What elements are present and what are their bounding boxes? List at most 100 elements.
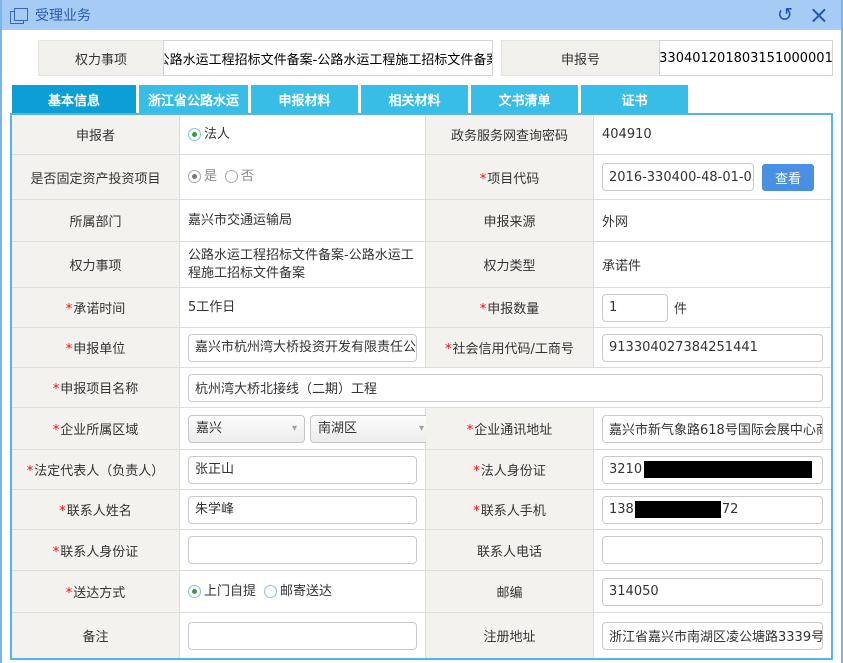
project-name-input[interactable]: 杭州湾大桥北接线（二期）工程 (188, 374, 823, 402)
comm-address-input[interactable]: 嘉兴市新气象路618号国际会展中心商务楼 (602, 415, 823, 443)
district-select[interactable]: 南湖区 ▾ (310, 415, 432, 443)
contact-id-input[interactable] (188, 536, 417, 564)
header-strip: 权力事项 公路水运工程招标文件备案-公路水运工程施工招标文件备案 申报号 330… (38, 40, 833, 76)
remark-input[interactable] (188, 622, 417, 650)
refresh-icon[interactable]: ↺ (777, 6, 793, 25)
contact-id-cell (180, 530, 426, 570)
source-label: 申报来源 (426, 200, 594, 241)
accept-business-window: 受理业务 ↺ × 权力事项 公路水运工程招标文件备案-公路水运工程施工招标文件备… (0, 0, 843, 663)
quantity-label: *申报数量 (426, 288, 594, 327)
declarant-radio-group: 法人 (188, 126, 230, 144)
contact-mobile-input[interactable]: 138 72 (602, 496, 823, 524)
contact-phone-cell (594, 530, 831, 570)
form-row: *申报项目名称 杭州湾大桥北接线（二期）工程 (12, 368, 831, 408)
department-value: 嘉兴市交通运输局 (180, 200, 426, 241)
pickup-radio[interactable] (188, 585, 201, 598)
promise-time-value: 5工作日 (180, 288, 426, 327)
quantity-input[interactable]: 1 (602, 294, 668, 322)
form-row: *企业所属区域 嘉兴 ▾ 南湖区 ▾ *企业通讯地址 嘉兴市新气象路 (12, 408, 831, 450)
query-password-label: 政务服务网查询密码 (426, 115, 594, 154)
power-type-value: 承诺件 (594, 242, 831, 287)
region-cell: 嘉兴 ▾ 南湖区 ▾ (180, 408, 426, 449)
contact-name-input[interactable]: 朱学峰 (188, 496, 417, 524)
declarant-value-cell: 法人 (180, 115, 426, 154)
contact-mobile-suffix: 72 (722, 502, 739, 517)
form-row: 权力事项 公路水运工程招标文件备案-公路水运工程施工招标文件备案 权力类型 承诺… (12, 242, 831, 288)
project-name-label: *申报项目名称 (12, 368, 180, 407)
tab-related-materials[interactable]: 相关材料 (361, 85, 468, 113)
comm-address-cell: 嘉兴市新气象路618号国际会展中心商务楼 (594, 408, 831, 449)
tab-basic-info[interactable]: 基本信息 (12, 85, 136, 113)
contact-phone-input[interactable] (602, 536, 823, 564)
district-select-value: 南湖区 (318, 420, 357, 438)
project-code-input[interactable]: 2016-330400-48-01-03449 (602, 163, 754, 191)
delivery-mail-group: 邮寄送达 (264, 583, 332, 601)
contact-name-cell: 朱学峰 (180, 490, 426, 529)
project-code-cell: 2016-330400-48-01-03449 查看 (594, 155, 831, 199)
fixed-asset-no-group: 否 (225, 168, 254, 186)
declarant-label: 申报者 (12, 115, 180, 154)
view-button[interactable]: 查看 (762, 164, 814, 191)
postcode-label: 邮编 (426, 571, 594, 612)
tab-zhejiang-highway-waterway[interactable]: 浙江省公路水运 (139, 85, 248, 113)
tab-document-list[interactable]: 文书清单 (471, 85, 578, 113)
legal-id-input[interactable]: 3210 (602, 456, 823, 484)
comm-address-label: *企业通讯地址 (426, 408, 594, 449)
quantity-unit: 件 (674, 298, 687, 317)
legal-person-input[interactable]: 张正山 (188, 456, 417, 484)
fixed-asset-yes-radio (188, 170, 201, 183)
remark-cell (180, 613, 426, 658)
fixed-asset-yes-label: 是 (204, 168, 217, 186)
window-title: 受理业务 (35, 5, 91, 25)
power-type-label: 权力类型 (426, 242, 594, 287)
tab-bar: 基本信息 浙江省公路水运 申报材料 相关材料 文书清单 证书 (12, 85, 833, 113)
contact-phone-label: 联系人电话 (426, 530, 594, 570)
power-item-header-value: 公路水运工程招标文件备案-公路水运工程施工招标文件备案 (163, 40, 493, 76)
fixed-asset-no-label: 否 (241, 168, 254, 186)
power-item-value: 公路水运工程招标文件备案-公路水运工程施工招标文件备案 (180, 242, 426, 287)
credit-code-input[interactable]: 913304027384251441 (602, 334, 823, 362)
reg-address-label: 注册地址 (426, 613, 594, 658)
form-row: 所属部门 嘉兴市交通运输局 申报来源 外网 (12, 200, 831, 242)
power-item-label: 权力事项 (12, 242, 180, 287)
remark-label: 备注 (12, 613, 180, 658)
source-value: 外网 (594, 200, 831, 241)
pickup-radio-label: 上门自提 (204, 583, 256, 601)
department-label: 所属部门 (12, 200, 180, 241)
declare-unit-label: *申报单位 (12, 328, 180, 367)
tab-certificate[interactable]: 证书 (581, 85, 688, 113)
legal-person-label: *法定代表人（负责人） (12, 450, 180, 489)
contact-mobile-cell: 138 72 (594, 490, 831, 529)
mail-radio[interactable] (264, 585, 277, 598)
redaction-bar (644, 461, 812, 478)
contact-mobile-label: *联系人手机 (426, 490, 594, 529)
legal-person-radio[interactable] (188, 128, 201, 141)
window-icon (10, 7, 28, 23)
postcode-input[interactable]: 314050 (602, 578, 823, 606)
tab-declaration-materials[interactable]: 申报材料 (251, 85, 358, 113)
legal-person-radio-label: 法人 (204, 126, 230, 144)
project-name-cell: 杭州湾大桥北接线（二期）工程 (180, 368, 831, 407)
close-icon[interactable]: × (809, 3, 829, 27)
form-row: 申报者 法人 政务服务网查询密码 404910 (12, 115, 831, 155)
contact-id-label: *联系人身份证 (12, 530, 180, 570)
main-content: 权力事项 公路水运工程招标文件备案-公路水运工程施工招标文件备案 申报号 330… (2, 40, 841, 660)
reg-address-input[interactable]: 浙江省嘉兴市南湖区凌公塘路3339号（嘉 (602, 622, 823, 650)
postcode-cell: 314050 (594, 571, 831, 612)
declare-unit-input[interactable]: 嘉兴市杭州湾大桥投资开发有限责任公司 (188, 334, 417, 362)
legal-id-label: *法人身份证 (426, 450, 594, 489)
redaction-bar (635, 501, 721, 518)
quantity-cell: 1 件 (594, 288, 831, 327)
declare-unit-cell: 嘉兴市杭州湾大桥投资开发有限责任公司 (180, 328, 426, 367)
legal-id-prefix: 3210 (609, 462, 642, 477)
fixed-asset-yes-group: 是 (188, 168, 217, 186)
credit-code-cell: 913304027384251441 (594, 328, 831, 367)
contact-name-label: *联系人姓名 (12, 490, 180, 529)
delivery-pickup-group: 上门自提 (188, 583, 256, 601)
city-select[interactable]: 嘉兴 ▾ (188, 415, 305, 443)
form-row: 备注 注册地址 浙江省嘉兴市南湖区凌公塘路3339号（嘉 (12, 613, 831, 658)
fixed-asset-value-cell: 是 否 (180, 155, 426, 199)
form-row: 是否固定资产投资项目 是 否 *项目代码 2016-330400-48-01-0… (12, 155, 831, 200)
form-row: *法定代表人（负责人） 张正山 *法人身份证 3210 (12, 450, 831, 490)
chevron-down-icon: ▾ (292, 422, 297, 436)
